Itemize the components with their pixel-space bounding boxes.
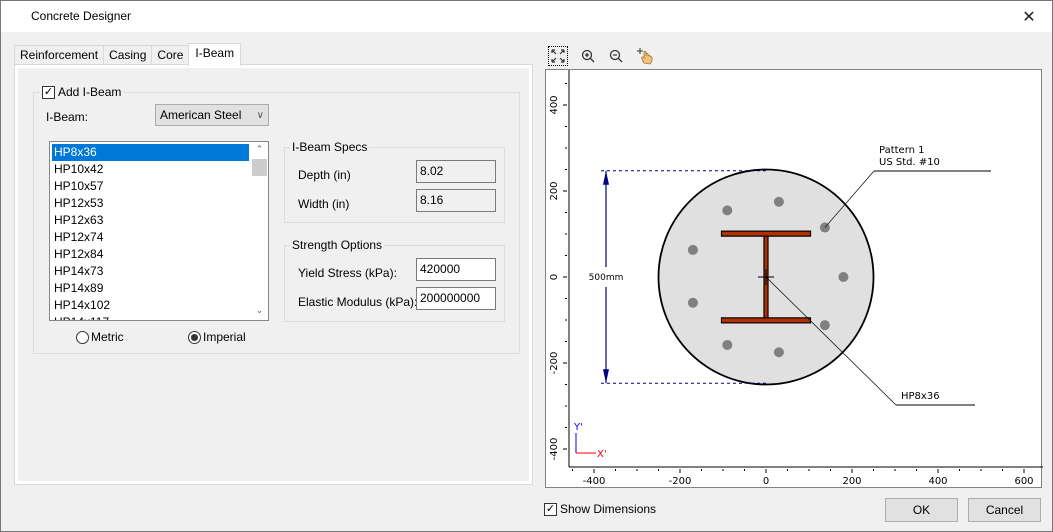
close-icon: ✕ [1022,7,1036,26]
section-list-item[interactable]: HP10x57 [52,178,249,195]
tab-casing[interactable]: Casing [103,45,153,65]
dimension-arrow-top [603,170,609,185]
y-tick-label: -400 [549,438,560,461]
tab-core[interactable]: Core [151,45,190,65]
metric-radio[interactable]: Metric [76,330,124,344]
tab-reinforcement[interactable]: Reinforcement [14,45,105,65]
rebar [773,196,784,207]
close-button[interactable]: ✕ [1006,1,1052,32]
check-icon: ✓ [43,85,54,98]
x-prime-label: X' [597,449,607,460]
imperial-label: Imperial [203,330,246,344]
y-tick-label: -200 [549,352,560,375]
scroll-thumb[interactable] [252,159,267,176]
section-list-item[interactable]: HP14x89 [52,280,249,297]
x-tick-label: 200 [842,476,861,487]
section-list-item[interactable]: HP12x53 [52,195,249,212]
y-tick-label: 0 [549,274,560,280]
elastic-modulus-label: Elastic Modulus (kPa): [298,295,418,309]
add-ibeam-group: ✓ Add I-Beam I-Beam: American Steel ∨ HP… [33,85,520,354]
chevron-down-icon: ∨ [256,109,264,121]
rebar [687,297,698,308]
yield-stress-input[interactable]: 420000 [416,258,496,281]
y-tick-label: 400 [549,95,560,114]
tab-ibeam[interactable]: I-Beam [188,43,242,66]
section-list-item[interactable]: HP14x73 [52,263,249,280]
section-list-item[interactable]: HP12x74 [52,229,249,246]
check-icon: ✓ [545,502,556,515]
elastic-modulus-input[interactable]: 200000000 [416,287,496,310]
section-list-item[interactable]: HP10x42 [52,161,249,178]
zoom-out-button[interactable] [606,46,626,66]
fit-view-icon [551,49,565,63]
dimension-label: 500mm [589,273,624,283]
beam-label: HP8x36 [901,391,940,402]
x-tick-label: -400 [583,476,606,487]
show-dimensions-label: Show Dimensions [560,502,657,516]
zoom-out-icon [609,49,623,63]
ibeam-type-select[interactable]: American Steel ∨ [155,104,269,126]
tab-strip: Reinforcement Casing Core I-Beam [14,43,242,66]
rebar [838,272,849,282]
ibeam-tab-panel: ✓ Add I-Beam I-Beam: American Steel ∨ HP… [14,64,533,485]
concrete-designer-window: Concrete Designer ✕ Reinforcement Casing… [0,0,1053,532]
ibeam-specs-group: I-Beam Specs Depth (in) 8.02 Width (in) … [284,140,505,223]
y-tick-label: 200 [549,181,560,200]
metric-label: Metric [91,330,124,344]
pan-button[interactable] [635,46,655,66]
ibeam-specs-legend: I-Beam Specs [290,140,370,154]
ok-button[interactable]: OK [885,498,958,522]
listbox-scrollbar[interactable]: ⌃ ⌄ [251,142,268,320]
add-ibeam-checkbox[interactable]: ✓ [42,85,55,99]
radio-metric-dot [76,330,89,344]
x-tick-label: 400 [928,476,947,487]
fit-view-button[interactable] [548,46,568,66]
show-dimensions-checkbox[interactable]: ✓ [544,502,557,516]
yield-stress-label: Yield Stress (kPa): [298,266,397,280]
x-tick-label: 600 [1014,476,1033,487]
rebar [722,205,733,216]
ibeam-type-label: I-Beam: [46,110,89,124]
window-title: Concrete Designer [31,9,132,23]
title-bar: Concrete Designer ✕ [1,1,1052,32]
x-tick-label: -200 [669,476,692,487]
rebar-label-pattern: Pattern 1 [879,145,925,156]
scroll-up-icon[interactable]: ⌃ [251,142,268,159]
ibeam-top-flange [720,230,812,237]
section-list-item[interactable]: HP8x36 [52,144,249,161]
depth-field: 8.02 [416,160,496,183]
depth-label: Depth (in) [298,168,351,182]
rebar-label-size: US Std. #10 [879,157,940,168]
width-label: Width (in) [298,197,350,211]
rebar [687,244,698,255]
section-list-item[interactable]: HP14x102 [52,297,249,314]
strength-options-group: Strength Options Yield Stress (kPa): 420… [284,238,505,322]
scroll-down-icon[interactable]: ⌄ [251,303,268,320]
ibeam-bottom-flange [720,317,812,324]
radio-imperial-dot [188,330,201,344]
section-list-item[interactable]: HP12x63 [52,212,249,229]
pan-icon [637,48,653,65]
x-tick-label: 0 [763,476,769,487]
section-drawing: -400 -200 0 200 400 600 400 200 0 -200 -400 500mm Pa… [549,70,1043,487]
section-listbox[interactable]: HP8x36 HP10x42 HP10x57 HP12x53 HP12x63 HP12x7… [49,141,269,321]
rebar [722,339,733,350]
show-dimensions-toggle[interactable]: ✓ Show Dimensions [544,502,656,516]
section-drawing-canvas[interactable]: -400 -200 0 200 400 600 400 200 0 -200 -400 500mm Pa… [545,69,1043,488]
zoom-in-button[interactable] [578,46,598,66]
imperial-radio[interactable]: Imperial [188,330,246,344]
zoom-in-icon [581,49,595,63]
rebar [819,320,830,331]
ibeam-type-value: American Steel [160,108,242,122]
strength-options-legend: Strength Options [290,238,385,252]
dimension-arrow-bottom [603,369,609,384]
cancel-button[interactable]: Cancel [968,498,1041,522]
add-ibeam-label: Add I-Beam [58,85,122,99]
y-prime-label: Y' [573,422,583,433]
width-field: 8.16 [416,189,496,212]
section-list-item[interactable]: HP12x84 [52,246,249,263]
section-list-item[interactable]: HP14x117 [52,314,249,320]
rebar [773,347,784,358]
